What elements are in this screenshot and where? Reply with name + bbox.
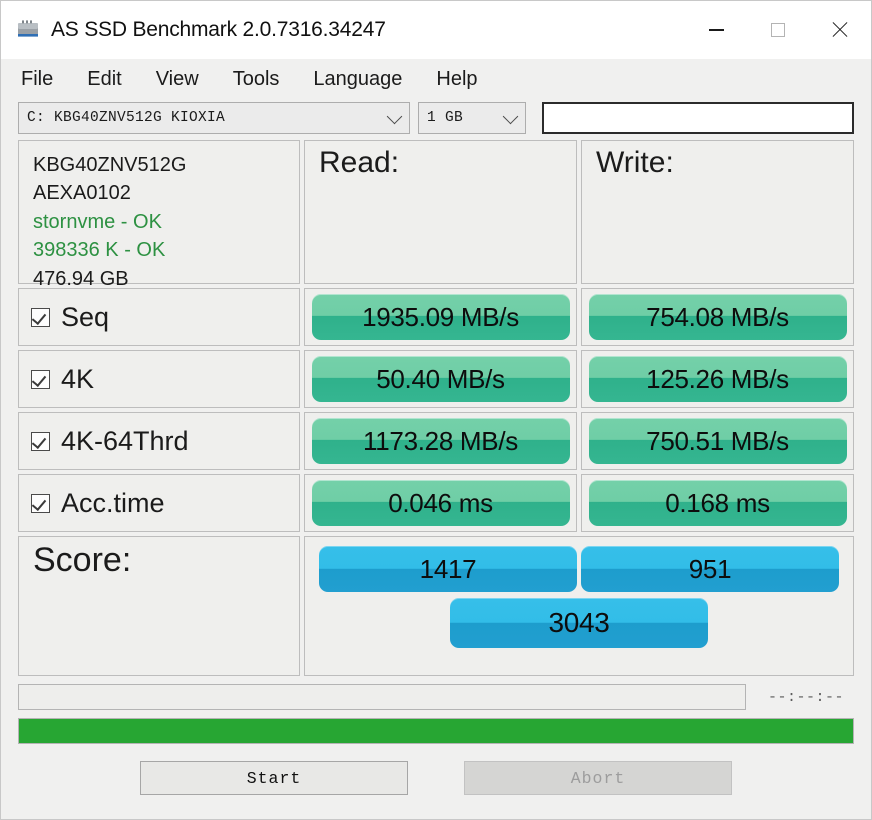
score-read-value: 1417 xyxy=(319,546,577,592)
checkbox-4k-64thrd[interactable] xyxy=(31,431,50,451)
elapsed-timer: --:--:-- xyxy=(767,688,844,706)
checkbox-acc-time[interactable] xyxy=(31,493,50,513)
score-total-value: 3043 xyxy=(450,598,708,648)
minimize-icon xyxy=(708,29,724,31)
menu-item-file[interactable]: File xyxy=(19,66,55,93)
acc-time-read-cell: 0.046 ms xyxy=(304,474,577,532)
read-label: Read: xyxy=(319,146,400,179)
menu-item-edit[interactable]: Edit xyxy=(85,66,123,93)
drive-driver-status: stornvme - OK xyxy=(33,210,162,233)
4k-write-cell: 125.26 MB/s xyxy=(581,350,854,408)
menu-item-help[interactable]: Help xyxy=(434,66,479,93)
chevron-down-icon xyxy=(502,108,519,125)
ssd-drive-icon xyxy=(15,17,41,43)
test-label-4k: 4K xyxy=(61,363,95,394)
maximize-button[interactable] xyxy=(747,1,809,59)
test-label-4k-64thrd: 4K-64Thrd xyxy=(61,425,189,456)
drive-model: KBG40ZNV512G xyxy=(33,154,187,176)
test-row-acc-time[interactable]: Acc.time xyxy=(18,474,300,532)
drive-select-value: C: KBG40ZNV512G KIOXIA xyxy=(27,110,226,126)
title-bar: AS SSD Benchmark 2.0.7316.34247 xyxy=(1,1,871,59)
4k-64thrd-read-value: 1173.28 MB/s xyxy=(311,418,570,464)
4k-64thrd-write-cell: 750.51 MB/s xyxy=(581,412,854,470)
drive-firmware: AEXA0102 xyxy=(33,182,131,205)
window-title: AS SSD Benchmark 2.0.7316.34247 xyxy=(51,18,386,41)
close-icon xyxy=(830,20,850,40)
checkbox-4k[interactable] xyxy=(31,369,50,389)
table-row: 4K-64Thrd 1173.28 MB/s 750.51 MB/s xyxy=(18,412,854,470)
seq-write-value: 754.08 MB/s xyxy=(588,294,847,340)
bottom-panel: --:--:-- Start Abort xyxy=(18,684,854,795)
status-row: --:--:-- xyxy=(18,684,854,710)
score-write-value: 951 xyxy=(581,546,839,592)
table-row: Acc.time 0.046 ms 0.168 ms xyxy=(18,474,854,532)
drive-select[interactable]: C: KBG40ZNV512G KIOXIA xyxy=(18,102,410,134)
abort-button: Abort xyxy=(464,761,732,795)
window-controls xyxy=(685,1,871,59)
toolbar: C: KBG40ZNV512G KIOXIA 1 GB xyxy=(1,99,871,137)
test-row-4k-64thrd[interactable]: 4K-64Thrd xyxy=(18,412,300,470)
menu-item-tools[interactable]: Tools xyxy=(231,66,282,93)
minimize-button[interactable] xyxy=(685,1,747,59)
drive-info-panel: KBG40ZNV512G AEXA0102 stornvme - OK 3983… xyxy=(18,140,300,290)
progress-bar xyxy=(18,718,854,744)
4k-64thrd-read-cell: 1173.28 MB/s xyxy=(304,412,577,470)
table-row: 4K 50.40 MB/s 125.26 MB/s xyxy=(18,350,854,408)
start-button[interactable]: Start xyxy=(140,761,408,795)
action-buttons: Start Abort xyxy=(18,761,854,795)
test-label-acc-time: Acc.time xyxy=(61,487,165,518)
status-message-bar xyxy=(18,684,746,710)
write-column-header: Write: xyxy=(581,140,854,284)
close-button[interactable] xyxy=(809,1,871,59)
name-input[interactable] xyxy=(542,102,854,134)
seq-read-cell: 1935.09 MB/s xyxy=(304,288,577,346)
4k-write-value: 125.26 MB/s xyxy=(588,356,847,402)
seq-write-cell: 754.08 MB/s xyxy=(581,288,854,346)
score-label: Score: xyxy=(33,541,132,579)
score-row: Score: 1417 951 3043 xyxy=(18,536,854,676)
size-select[interactable]: 1 GB xyxy=(418,102,526,134)
results-grid: KBG40ZNV512G AEXA0102 stornvme - OK 3983… xyxy=(18,140,854,676)
progress-bar-fill xyxy=(19,719,853,743)
read-column-header: Read: xyxy=(304,140,577,284)
4k-read-value: 50.40 MB/s xyxy=(311,356,570,402)
4k-read-cell: 50.40 MB/s xyxy=(304,350,577,408)
acc-time-write-value: 0.168 ms xyxy=(588,480,847,526)
as-ssd-benchmark-window: AS SSD Benchmark 2.0.7316.34247 File Edi… xyxy=(0,0,872,820)
test-row-4k[interactable]: 4K xyxy=(18,350,300,408)
acc-time-read-value: 0.046 ms xyxy=(311,480,570,526)
4k-64thrd-write-value: 750.51 MB/s xyxy=(588,418,847,464)
results-header-row: KBG40ZNV512G AEXA0102 stornvme - OK 3983… xyxy=(18,140,854,290)
checkbox-seq[interactable] xyxy=(31,307,50,327)
chevron-down-icon xyxy=(386,108,403,125)
acc-time-write-cell: 0.168 ms xyxy=(581,474,854,532)
score-label-cell: Score: xyxy=(18,536,300,676)
menu-item-language[interactable]: Language xyxy=(311,66,404,93)
test-label-seq: Seq xyxy=(61,301,110,332)
write-label: Write: xyxy=(596,146,674,179)
table-row: Seq 1935.09 MB/s 754.08 MB/s xyxy=(18,288,854,346)
size-select-value: 1 GB xyxy=(427,110,464,126)
menu-bar: File Edit View Tools Language Help xyxy=(1,59,871,99)
score-values-panel: 1417 951 3043 xyxy=(304,536,854,676)
maximize-icon xyxy=(771,23,785,37)
drive-alignment-status: 398336 K - OK xyxy=(33,239,166,262)
test-row-seq[interactable]: Seq xyxy=(18,288,300,346)
seq-read-value: 1935.09 MB/s xyxy=(311,294,570,340)
menu-item-view[interactable]: View xyxy=(154,66,201,93)
